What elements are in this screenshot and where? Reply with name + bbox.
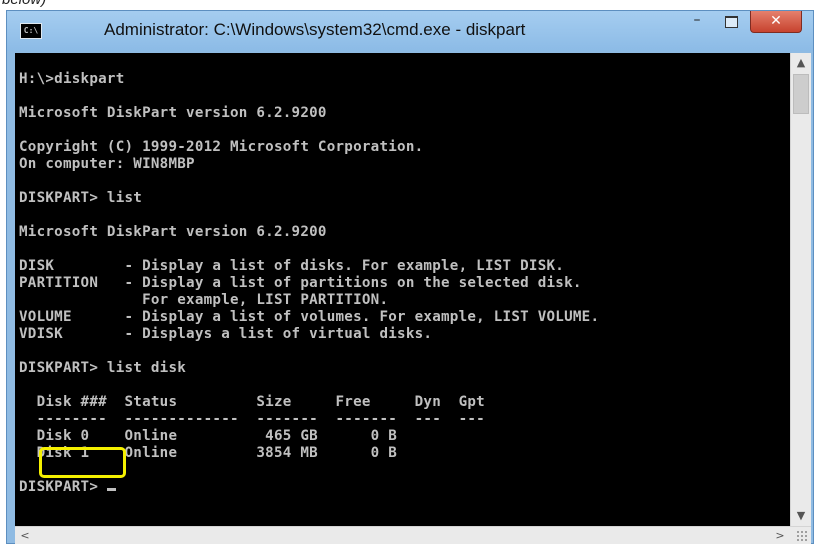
console-line: VDISK - Displays a list of virtual disks… (19, 326, 433, 342)
console-prompt: DISKPART> (19, 479, 107, 495)
console-line: H:\>diskpart (19, 71, 125, 87)
vertical-scrollbar[interactable]: ▲ ▼ (790, 53, 811, 526)
close-icon: ✕ (770, 13, 782, 29)
console-window-icon[interactable]: C:\ (20, 23, 42, 39)
console-line: Disk ### Status Size Free Dyn Gpt (19, 394, 485, 410)
console-line: DISKPART> list disk (19, 360, 187, 376)
resize-grip-icon[interactable] (796, 530, 808, 542)
console-text: H:\>diskpart Microsoft DiskPart version … (19, 71, 599, 496)
scroll-left-icon[interactable]: < (15, 527, 35, 545)
text-cursor (106, 488, 116, 491)
console-line: Disk 0 Online 465 GB 0 B (19, 428, 398, 444)
title-bar[interactable]: C:\ Administrator: C:\Windows\system32\c… (7, 11, 813, 51)
scroll-down-icon[interactable]: ▼ (791, 506, 811, 526)
console-line: DISKPART> list (19, 190, 143, 206)
minimize-button[interactable]: – (681, 11, 713, 35)
console-output-area[interactable]: H:\>diskpart Microsoft DiskPart version … (15, 53, 790, 526)
console-line: On computer: WIN8MBP (19, 156, 195, 172)
console-line: -------- ------------- ------- ------- -… (19, 411, 485, 427)
vertical-scroll-thumb[interactable] (793, 74, 809, 114)
console-line: Copyright (C) 1999-2012 Microsoft Corpor… (19, 139, 424, 155)
console-line: VOLUME - Display a list of volumes. For … (19, 309, 600, 325)
close-button[interactable]: ✕ (750, 11, 802, 33)
console-line: PARTITION - Display a list of partitions… (19, 275, 582, 291)
horizontal-scrollbar[interactable]: < > (15, 526, 811, 544)
minimize-icon: – (693, 12, 701, 28)
scroll-up-icon[interactable]: ▲ (791, 53, 811, 73)
maximize-button[interactable] (715, 11, 747, 35)
disk-1-highlight-box (39, 447, 126, 478)
console-line: Microsoft DiskPart version 6.2.9200 (19, 105, 327, 121)
console-line: Microsoft DiskPart version 6.2.9200 (19, 224, 327, 240)
console-line: For example, LIST PARTITION. (19, 292, 389, 308)
maximize-icon (725, 16, 738, 28)
scroll-right-icon[interactable]: > (770, 527, 790, 545)
console-line: DISK - Display a list of disks. For exam… (19, 258, 565, 274)
window-title: Administrator: C:\Windows\system32\cmd.e… (104, 20, 526, 39)
cmd-window: C:\ Administrator: C:\Windows\system32\c… (6, 10, 814, 544)
